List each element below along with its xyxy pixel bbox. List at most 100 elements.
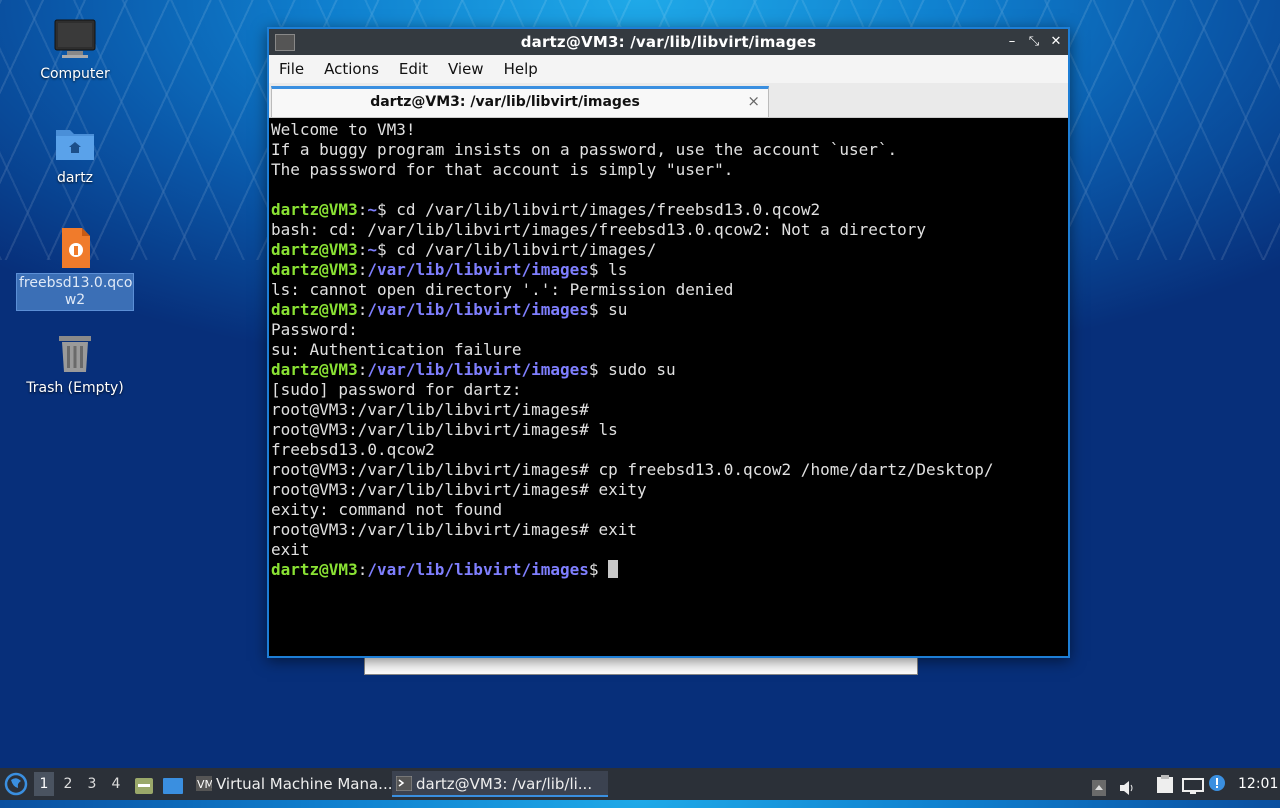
home-folder-icon	[56, 130, 94, 160]
prompt-user: dartz@VM3	[271, 200, 358, 219]
terminal-line: dartz@VM3:/var/lib/libvirt/images$	[271, 560, 1068, 580]
terminal-text: If a buggy program insists on a password…	[271, 140, 898, 159]
menu-edit[interactable]: Edit	[389, 55, 438, 83]
menu-bar: File Actions Edit View Help	[269, 55, 1068, 83]
task-terminal[interactable]: dartz@VM3: /var/lib/li...	[392, 771, 608, 797]
terminal-text: root@VM3:/var/lib/libvirt/images# exity	[271, 480, 647, 499]
terminal-text: :	[357, 300, 368, 319]
terminal-line: dartz@VM3:~$ cd /var/lib/libvirt/images/	[271, 240, 1068, 260]
tab-terminal[interactable]: dartz@VM3: /var/lib/libvirt/images ×	[271, 86, 769, 117]
prompt-path: /var/lib/libvirt/images	[367, 300, 589, 319]
tray-show-hidden-icon[interactable]	[1092, 776, 1106, 796]
terminal-output[interactable]: Welcome to VM3! If a buggy program insist…	[269, 118, 1068, 656]
terminal-text: :	[357, 240, 368, 259]
prompt-path: /var/lib/libvirt/images	[367, 560, 589, 579]
desktop-icon-home-folder[interactable]: dartz	[17, 122, 133, 187]
tab-label: dartz@VM3: /var/lib/libvirt/images	[370, 94, 640, 110]
prompt-path: ~	[367, 200, 377, 219]
desktop-icon-freebsd-qcow2[interactable]: freebsd13.0.qco w2	[16, 226, 134, 311]
desktop-icon-computer[interactable]: Computer	[17, 18, 133, 83]
terminal-window: dartz@VM3: /var/lib/libvirt/images – ⤡ ✕…	[267, 27, 1070, 658]
terminal-line: root@VM3:/var/lib/libvirt/images# ls	[271, 420, 1068, 440]
desktop-icon-label: Trash (Empty)	[26, 380, 124, 396]
terminal-text: su: Authentication failure	[271, 340, 522, 359]
terminal-text: $ cd /var/lib/libvirt/images/	[376, 240, 657, 259]
desktop-icon-label: freebsd13.0.qco w2	[16, 273, 134, 311]
terminal-cursor	[608, 560, 619, 578]
tab-close-button[interactable]: ×	[747, 92, 760, 110]
desktop-icon-trash[interactable]: Trash (Empty)	[17, 332, 133, 397]
terminal-text: exity: command not found	[271, 500, 503, 519]
terminal-line: If a buggy program insists on a password…	[271, 140, 1068, 160]
terminal-line: exit	[271, 540, 1068, 560]
terminal-line: su: Authentication failure	[271, 340, 1068, 360]
terminal-icon	[396, 776, 412, 791]
menu-help[interactable]: Help	[494, 55, 548, 83]
terminal-line: root@VM3:/var/lib/libvirt/images# exit	[271, 520, 1068, 540]
terminal-text: bash: cd: /var/lib/libvirt/images/freebs…	[271, 220, 927, 239]
terminal-text: The passsword for that account is simply…	[271, 160, 734, 179]
clock[interactable]: 12:01	[1238, 768, 1278, 800]
computer-icon	[54, 19, 96, 58]
prompt-user: dartz@VM3	[271, 560, 358, 579]
workspace-4[interactable]: 4	[106, 772, 126, 796]
terminal-text: root@VM3:/var/lib/libvirt/images# cp fre…	[271, 460, 994, 479]
terminal-text: root@VM3:/var/lib/libvirt/images#	[271, 400, 589, 419]
taskbar: 1 2 3 4 VM Virtual Machine Mana... dartz…	[0, 768, 1280, 800]
close-button[interactable]: ✕	[1046, 32, 1066, 52]
desktop-icon	[163, 778, 183, 794]
prompt-path: /var/lib/libvirt/images	[367, 360, 589, 379]
workspace-1[interactable]: 1	[34, 772, 54, 796]
window-titlebar[interactable]: dartz@VM3: /var/lib/libvirt/images – ⤡ ✕	[269, 29, 1068, 55]
tab-bar: dartz@VM3: /var/lib/libvirt/images ×	[269, 83, 1068, 118]
desktop-icon-label: dartz	[56, 170, 94, 186]
maximize-button[interactable]: ⤡	[1024, 32, 1044, 52]
lxqt-logo-icon	[4, 772, 28, 796]
terminal-text: $ su	[588, 300, 628, 319]
terminal-text: $ cd /var/lib/libvirt/images/freebsd13.0…	[376, 200, 821, 219]
terminal-line: Password:	[271, 320, 1068, 340]
prompt-user: dartz@VM3	[271, 260, 358, 279]
notification-icon[interactable]	[1208, 774, 1226, 794]
terminal-line: freebsd13.0.qcow2	[271, 440, 1068, 460]
terminal-line: root@VM3:/var/lib/libvirt/images#	[271, 400, 1068, 420]
file-manager-launcher[interactable]	[134, 775, 154, 794]
task-label: dartz@VM3: /var/lib/li...	[416, 775, 593, 793]
terminal-line: bash: cd: /var/lib/libvirt/images/freebs…	[271, 220, 1068, 240]
workspace-3[interactable]: 3	[82, 772, 102, 796]
terminal-text: root@VM3:/var/lib/libvirt/images# exit	[271, 520, 638, 539]
task-virtual-machine-manager[interactable]: VM Virtual Machine Mana...	[192, 771, 410, 797]
start-menu-button[interactable]	[4, 772, 28, 796]
terminal-text: :	[357, 360, 368, 379]
background-window-fragment	[364, 657, 918, 675]
terminal-line: dartz@VM3:/var/lib/libvirt/images$ su	[271, 300, 1068, 320]
prompt-path: ~	[367, 240, 377, 259]
terminal-line: root@VM3:/var/lib/libvirt/images# exity	[271, 480, 1068, 500]
show-desktop-button[interactable]	[162, 775, 184, 794]
clipboard-icon[interactable]	[1156, 774, 1174, 794]
minimize-button[interactable]: –	[1002, 32, 1022, 52]
terminal-line: exity: command not found	[271, 500, 1068, 520]
prompt-user: dartz@VM3	[271, 300, 358, 319]
terminal-text: $	[588, 560, 609, 579]
terminal-line: The passsword for that account is simply…	[271, 160, 1068, 180]
terminal-text: root@VM3:/var/lib/libvirt/images# ls	[271, 420, 618, 439]
terminal-text: $ ls	[588, 260, 628, 279]
file-manager-icon	[135, 778, 153, 794]
terminal-text: [sudo] password for dartz:	[271, 380, 522, 399]
desktop-icon-label: Computer	[40, 66, 110, 82]
volume-icon[interactable]	[1118, 776, 1136, 795]
terminal-text: exit	[271, 540, 310, 559]
menu-view[interactable]: View	[438, 55, 494, 83]
terminal-text: ls: cannot open directory '.': Permissio…	[271, 280, 734, 299]
terminal-line: ls: cannot open directory '.': Permissio…	[271, 280, 1068, 300]
network-icon[interactable]	[1182, 775, 1204, 794]
menu-file[interactable]: File	[269, 55, 314, 83]
workspace-2[interactable]: 2	[58, 772, 78, 796]
terminal-line: dartz@VM3:/var/lib/libvirt/images$ ls	[271, 260, 1068, 280]
task-label: Virtual Machine Mana...	[216, 775, 393, 793]
terminal-text: Password:	[271, 320, 358, 339]
menu-actions[interactable]: Actions	[314, 55, 389, 83]
virt-manager-icon: VM	[196, 776, 212, 791]
